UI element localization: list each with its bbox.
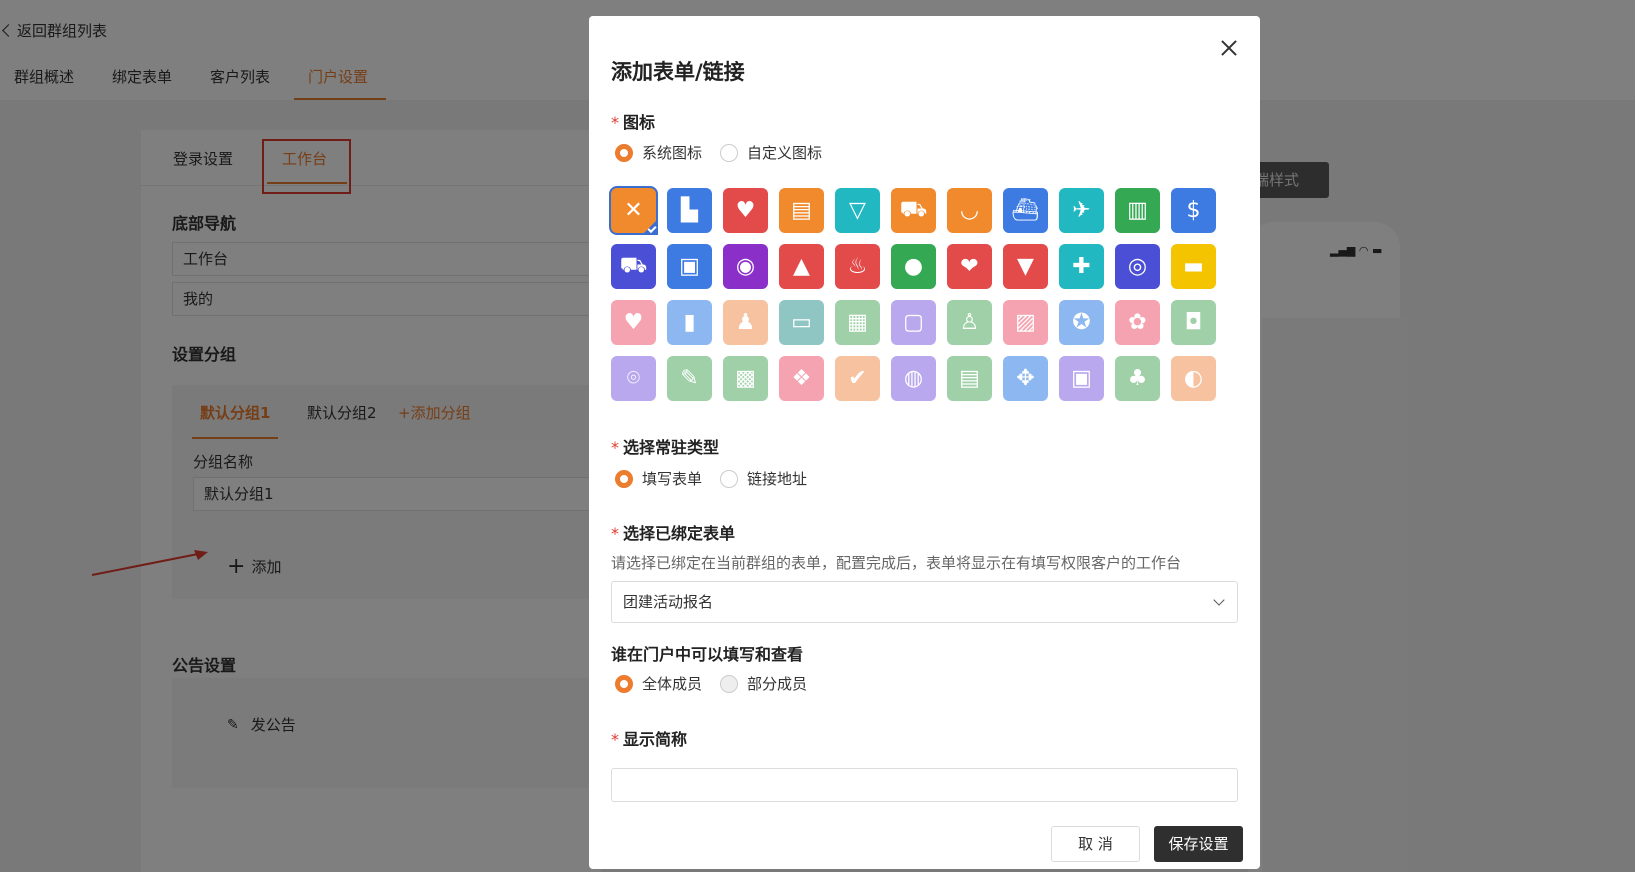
short-name-input[interactable] — [611, 768, 1238, 802]
dollar-coin-icon[interactable]: $ — [1171, 188, 1216, 233]
cake-icon[interactable]: ♨ — [835, 244, 880, 289]
dress-icon[interactable]: ▲ — [779, 244, 824, 289]
toggle-switch-icon[interactable]: ◐ — [1171, 356, 1216, 401]
radio-link-address[interactable]: 链接地址 — [720, 468, 807, 489]
add-form-link-dialog: 添加表单/链接 * 图标 系统图标 自定义图标 ✕ ▙ ♥ ▤ ▽ ⛟ ◡ ⛴ ✈ ▥ $ ⛟ ▣ ◉ ▲ ♨ ●… — [589, 16, 1260, 869]
required-mark: * — [611, 524, 619, 543]
presentation-board-icon[interactable]: ▭ — [779, 300, 824, 345]
bound-form-select-value: 团建活动报名 — [623, 593, 714, 611]
picture-icon[interactable]: ▨ — [1003, 300, 1048, 345]
type-field-label-text: 选择常驻类型 — [623, 438, 720, 457]
camera-icon[interactable]: ◉ — [723, 244, 768, 289]
radio-fill-form[interactable]: 填写表单 — [615, 468, 702, 489]
fork-knife-icon[interactable]: ✕ — [611, 188, 658, 235]
radio-dot — [720, 469, 739, 488]
shopping-cart-icon[interactable]: ⛟ — [891, 188, 936, 233]
radio-dot — [720, 674, 739, 693]
required-mark: * — [611, 730, 619, 749]
save-settings-button[interactable]: 保存设置 — [1154, 826, 1243, 862]
gamepad-icon[interactable]: ✥ — [1003, 356, 1048, 401]
laurel-award-icon[interactable]: ✿ — [1115, 300, 1160, 345]
radio-all-members-label: 全体成员 — [642, 675, 703, 693]
short-name-field-label-text: 显示简称 — [623, 730, 688, 749]
radio-some-members-label: 部分成员 — [747, 675, 808, 693]
form-field-label-text: 选择已绑定表单 — [623, 524, 736, 543]
radio-dot-checked — [615, 674, 633, 693]
hot-drink-icon[interactable]: ◘ — [1171, 300, 1216, 345]
who-field-label: 谁在门户中可以填写和查看 — [611, 645, 804, 664]
bicycle-icon[interactable]: ◎ — [1115, 244, 1160, 289]
heart-hand-icon[interactable]: ❤ — [947, 244, 992, 289]
icon-type-radio-group: 系统图标 自定义图标 — [615, 142, 840, 163]
factory-icon[interactable]: ▙ — [667, 188, 712, 233]
required-mark: * — [611, 113, 619, 132]
radio-custom-icon-label: 自定义图标 — [747, 144, 823, 162]
map-pin-icon[interactable]: ⌾ — [611, 356, 656, 401]
graduation-cap-icon[interactable]: ▼ — [1003, 244, 1048, 289]
money-hand-icon[interactable]: ❖ — [779, 356, 824, 401]
radio-link-address-label: 链接地址 — [747, 470, 808, 488]
who-radio-group: 全体成员 部分成员 — [615, 673, 825, 694]
drink-cup-icon[interactable]: ▽ — [835, 188, 880, 233]
radio-system-icon[interactable]: 系统图标 — [615, 142, 702, 163]
radio-fill-form-label: 填写表单 — [642, 470, 703, 488]
form-edit-icon[interactable]: ✎ — [667, 356, 712, 401]
people-pair-icon[interactable]: ♙ — [947, 300, 992, 345]
person-icon[interactable]: ● — [891, 244, 936, 289]
icon-field-label-text: 图标 — [623, 113, 656, 132]
calculator-icon[interactable]: ▦ — [835, 300, 880, 345]
document-icon[interactable]: ▤ — [779, 188, 824, 233]
radio-some-members[interactable]: 部分成员 — [720, 673, 807, 694]
bowl-icon[interactable]: ◡ — [947, 188, 992, 233]
radio-dot-checked — [615, 143, 633, 162]
heart-icon[interactable]: ♥ — [723, 188, 768, 233]
medical-kit-icon[interactable]: ✚ — [1059, 244, 1104, 289]
hand-heart-icon[interactable]: ♥ — [611, 300, 656, 345]
radio-all-members[interactable]: 全体成员 — [615, 673, 702, 694]
required-mark: * — [611, 438, 619, 457]
icon-field-label: * 图标 — [611, 109, 655, 133]
computer-user-icon[interactable]: ▢ — [891, 300, 936, 345]
airplane-icon[interactable]: ✈ — [1059, 188, 1104, 233]
ship-icon[interactable]: ⛴ — [1003, 188, 1048, 233]
short-name-field-label: * 显示简称 — [611, 726, 687, 750]
radio-dot-checked — [615, 469, 633, 488]
lock-hand-icon[interactable]: ▣ — [1059, 356, 1104, 401]
cancel-button[interactable]: 取 消 — [1051, 826, 1140, 862]
hospital-icon[interactable]: ▩ — [723, 356, 768, 401]
screen-chat-icon[interactable]: ▤ — [947, 356, 992, 401]
form-field-hint: 请选择已绑定在当前群组的表单，配置完成后，表单将显示在有填写权限客户的工作台 — [611, 554, 1182, 572]
fingerprint-icon[interactable]: ◍ — [891, 356, 936, 401]
presenter-icon[interactable]: ♟ — [723, 300, 768, 345]
close-icon[interactable] — [1221, 40, 1237, 56]
radio-custom-icon[interactable]: 自定义图标 — [720, 142, 822, 163]
selected-check-icon — [642, 219, 658, 235]
radio-system-icon-label: 系统图标 — [642, 144, 703, 162]
tshirt-icon[interactable]: ▬ — [1171, 244, 1216, 289]
medal-icon[interactable]: ✪ — [1059, 300, 1104, 345]
type-field-label: * 选择常驻类型 — [611, 434, 719, 458]
chevron-down-icon — [1213, 594, 1225, 606]
chat-check-icon[interactable]: ✔ — [835, 356, 880, 401]
bar-chart-icon[interactable]: ▮ — [667, 300, 712, 345]
truck-icon[interactable]: ⛟ — [611, 244, 656, 289]
dialog-title: 添加表单/链接 — [611, 60, 745, 84]
book-icon[interactable]: ▥ — [1115, 188, 1160, 233]
type-radio-group: 填写表单 链接地址 — [615, 468, 825, 489]
bound-form-select[interactable]: 团建活动报名 — [611, 581, 1238, 623]
taxi-icon[interactable]: ▣ — [667, 244, 712, 289]
radio-dot — [720, 143, 739, 162]
tree-icon[interactable]: ♣ — [1115, 356, 1160, 401]
form-field-label: * 选择已绑定表单 — [611, 520, 735, 544]
